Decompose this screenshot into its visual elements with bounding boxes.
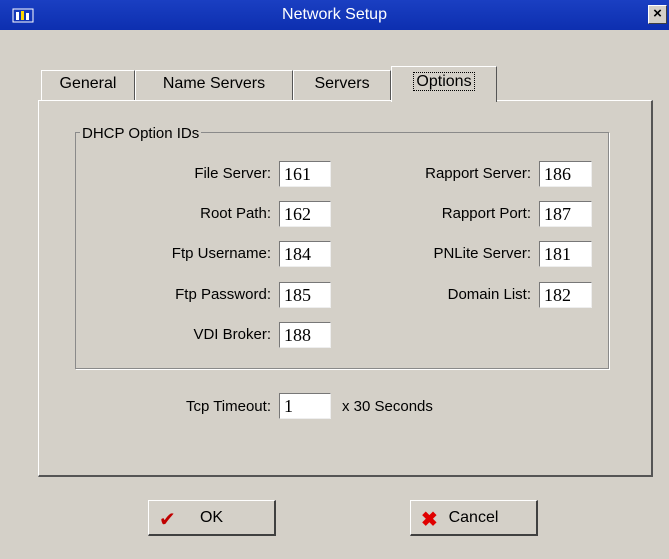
file-server-label: File Server: — [194, 165, 271, 182]
tab-label: Servers — [314, 75, 370, 92]
vdi-broker-field[interactable]: 188 — [279, 322, 331, 348]
tcp-timeout-field[interactable]: 1 — [279, 393, 331, 419]
ftp-password-field[interactable]: 185 — [279, 282, 331, 308]
pnlite-server-label: PNLite Server: — [433, 245, 531, 262]
rapport-port-field[interactable]: 187 — [539, 201, 592, 227]
tcp-timeout-suffix: x 30 Seconds — [342, 398, 433, 415]
ftp-password-label: Ftp Password: — [175, 286, 271, 303]
domain-list-label: Domain List: — [447, 286, 531, 303]
tab-servers[interactable]: Servers — [293, 70, 391, 100]
vdi-broker-label: VDI Broker: — [193, 326, 271, 343]
domain-list-field[interactable]: 182 — [539, 282, 592, 308]
cancel-label: Cancel — [448, 509, 499, 526]
tab-name-servers[interactable]: Name Servers — [135, 70, 293, 100]
file-server-field[interactable]: 161 — [279, 161, 331, 187]
title-bar[interactable]: Network Setup × — [0, 0, 669, 30]
ftp-username-field[interactable]: 184 — [279, 241, 331, 267]
cancel-button[interactable]: ✖ Cancel — [410, 500, 538, 536]
tab-options[interactable]: Options — [391, 66, 497, 102]
tcp-timeout-label: Tcp Timeout: — [185, 398, 271, 415]
group-label: DHCP Option IDs — [80, 125, 202, 142]
pnlite-server-field[interactable]: 181 — [539, 241, 592, 267]
tab-label: Name Servers — [162, 75, 266, 92]
tab-label: Options — [413, 72, 475, 91]
close-icon: × — [653, 5, 662, 22]
rapport-port-label: Rapport Port: — [441, 205, 531, 222]
rapport-server-field[interactable]: 186 — [539, 161, 592, 187]
tab-label: General — [59, 75, 117, 92]
ok-label: OK — [199, 509, 224, 526]
rapport-server-label: Rapport Server: — [425, 165, 531, 182]
ftp-username-label: Ftp Username: — [171, 245, 271, 262]
root-path-label: Root Path: — [200, 205, 271, 222]
ok-button[interactable]: ✔ OK — [148, 500, 276, 536]
network-setup-window: Network Setup × General Name Servers Ser… — [0, 0, 669, 559]
close-button[interactable]: × — [648, 5, 667, 24]
root-path-field[interactable]: 162 — [279, 201, 331, 227]
tab-general[interactable]: General — [41, 70, 135, 100]
window-title: Network Setup — [282, 6, 387, 23]
